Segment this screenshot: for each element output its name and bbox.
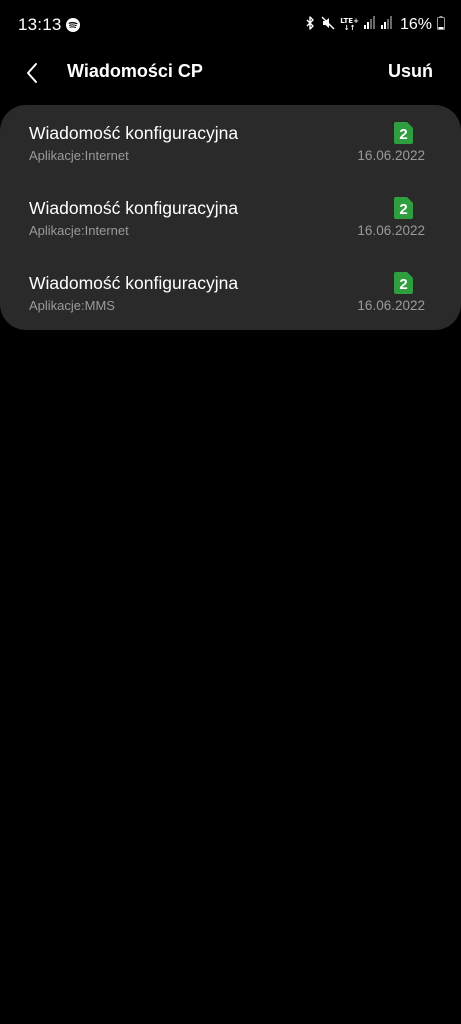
list-item[interactable]: Wiadomość konfiguracyjna Aplikacje:Inter…: [0, 180, 461, 255]
list-item[interactable]: Wiadomość konfiguracyjna Aplikacje:MMS 2…: [0, 255, 461, 330]
mute-icon: [321, 16, 335, 35]
sim-2-icon: 2: [394, 197, 413, 219]
delete-button[interactable]: Usuń: [388, 61, 433, 82]
message-subtitle: Aplikacje:Internet: [29, 223, 129, 238]
svg-text:2: 2: [399, 276, 407, 293]
data-arrows-icon: ↓↑: [343, 24, 356, 32]
battery-percent: 16%: [399, 16, 432, 33]
chevron-left-icon: [27, 63, 37, 83]
signal-icon: [380, 16, 393, 34]
message-list: Wiadomość konfiguracyjna Aplikacje:Inter…: [0, 105, 461, 330]
svg-text:2: 2: [399, 201, 407, 218]
status-icons: LTE+ ↓↑ 16%: [305, 14, 445, 36]
message-title: Wiadomość konfiguracyjna: [29, 123, 239, 143]
message-title: Wiadomość konfiguracyjna: [29, 198, 239, 218]
message-title: Wiadomość konfiguracyjna: [29, 273, 239, 293]
message-date: 16.06.2022: [357, 223, 425, 238]
page-title: Wiadomości CP: [67, 61, 203, 81]
message-subtitle: Aplikacje:Internet: [29, 148, 129, 163]
spotify-icon: [66, 18, 80, 32]
sim-2-icon: 2: [394, 272, 413, 294]
status-time: 13:13: [18, 15, 62, 34]
svg-text:2: 2: [399, 126, 407, 143]
message-date: 16.06.2022: [357, 298, 425, 313]
list-item[interactable]: Wiadomość konfiguracyjna Aplikacje:Inter…: [0, 105, 461, 180]
app-bar: Wiadomości CP Usuń: [0, 50, 461, 96]
sim-2-icon: 2: [394, 122, 413, 144]
signal-icon: [363, 16, 376, 34]
lte-icon: LTE+ ↓↑: [340, 18, 359, 32]
bluetooth-icon: [305, 15, 316, 35]
battery-icon: [437, 15, 445, 35]
back-button[interactable]: [18, 59, 46, 87]
message-subtitle: Aplikacje:MMS: [29, 298, 115, 313]
message-date: 16.06.2022: [357, 148, 425, 163]
status-bar: 13:13 LTE+ ↓↑ 16%: [0, 0, 461, 50]
